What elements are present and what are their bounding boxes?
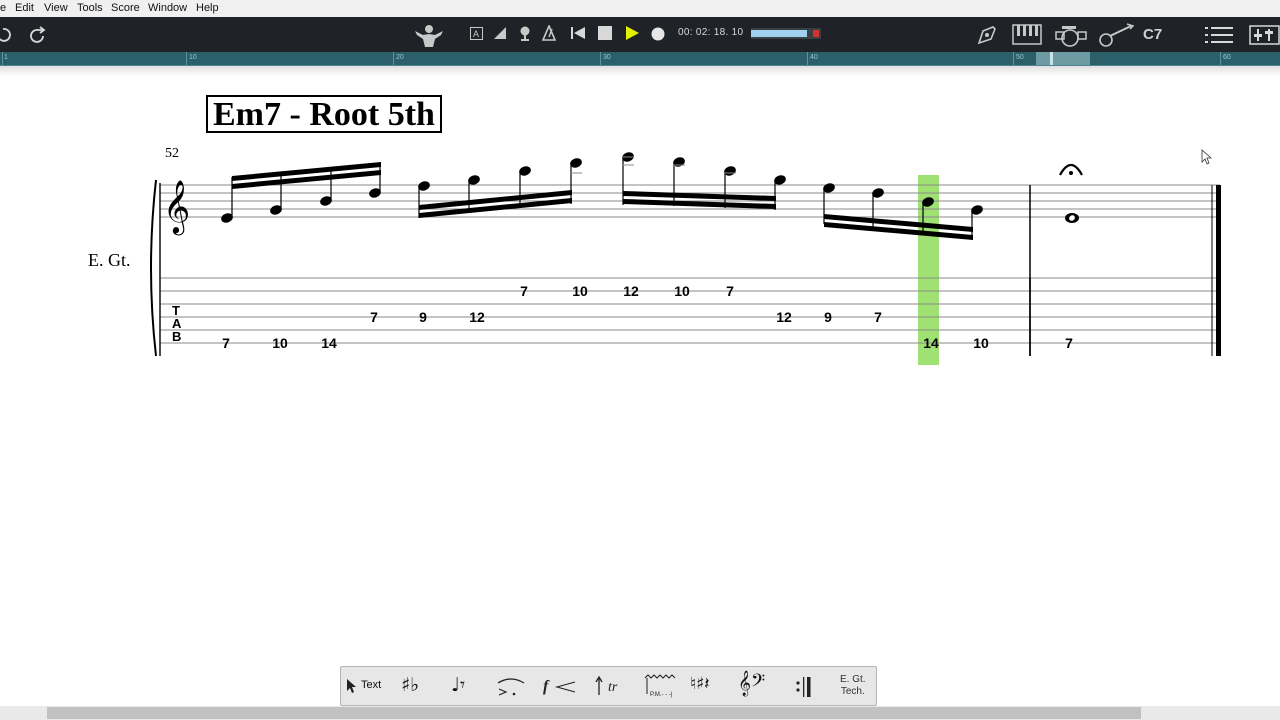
tab-number: 10 (572, 283, 588, 299)
standard-staff (160, 184, 1220, 218)
tab-number: 7 (874, 309, 882, 325)
system-brace (150, 179, 157, 357)
final-barline-thick (1216, 185, 1221, 356)
tab-number: 9 (824, 309, 832, 325)
accidentals-icon[interactable]: ♯♭ (401, 674, 419, 696)
tab-number: 14 (321, 335, 337, 351)
tab-number: 10 (272, 335, 288, 351)
tab-number: 10 (674, 283, 690, 299)
tab-number: 7 (370, 309, 378, 325)
guitar-tech-palette-button[interactable]: E. Gt. Tech. (840, 674, 866, 698)
horizontal-scrollbar[interactable] (0, 706, 1280, 720)
tab-clef-letter: B (172, 329, 181, 344)
tab-number: 14 (923, 335, 939, 351)
tab-number: 7 (520, 283, 528, 299)
etech-label-line1: E. Gt. (840, 674, 866, 685)
trill-ornament-icon[interactable]: tr (594, 675, 630, 697)
key-signature-icon[interactable]: ♮♯𝄽 (690, 674, 710, 694)
tab-number: 9 (419, 309, 427, 325)
fermata-icon (1059, 163, 1083, 176)
tab-number: 12 (776, 309, 792, 325)
tab-number: 10 (973, 335, 989, 351)
slur-articulation-icon[interactable] (496, 677, 526, 697)
note-rest-icon[interactable]: ♩𝄾 (451, 674, 465, 696)
treble-clef-icon: 𝄞 (163, 179, 190, 235)
svg-text:P.M.- - -|: P.M.- - -| (650, 692, 673, 698)
tab-number: 7 (1065, 335, 1073, 351)
text-tool-label[interactable]: Text (361, 679, 381, 691)
tab-staff (160, 277, 1220, 344)
clef-icon[interactable]: 𝄞𝄢 (738, 671, 765, 696)
select-arrow-icon[interactable] (346, 678, 358, 694)
repeat-barline-icon[interactable] (793, 676, 815, 698)
tab-number: 7 (726, 283, 734, 299)
horizontal-scrollbar-thumb[interactable] (47, 707, 1141, 719)
whole-note[interactable] (1065, 213, 1079, 223)
tab-number: 12 (623, 283, 639, 299)
note-group[interactable] (822, 182, 983, 240)
etech-label-line2: Tech. (840, 686, 865, 697)
guitar-technique-icon[interactable]: P.M.- - -| (641, 674, 681, 700)
mouse-cursor-icon (1201, 149, 1213, 165)
svg-text:f: f (543, 678, 550, 695)
dynamics-icon[interactable]: f (541, 676, 577, 696)
svg-text:tr: tr (608, 680, 618, 695)
tab-number: 12 (469, 309, 485, 325)
notation-palette: Text ♯♭ ♩𝄾 f tr P.M.- - -| ♮♯𝄽 𝄞𝄢 (340, 666, 877, 706)
score-canvas[interactable]: 𝄞 T A B 7 10 14 7 9 12 7 10 12 10 7 12 9… (0, 0, 1280, 720)
tab-number: 7 (222, 335, 230, 351)
